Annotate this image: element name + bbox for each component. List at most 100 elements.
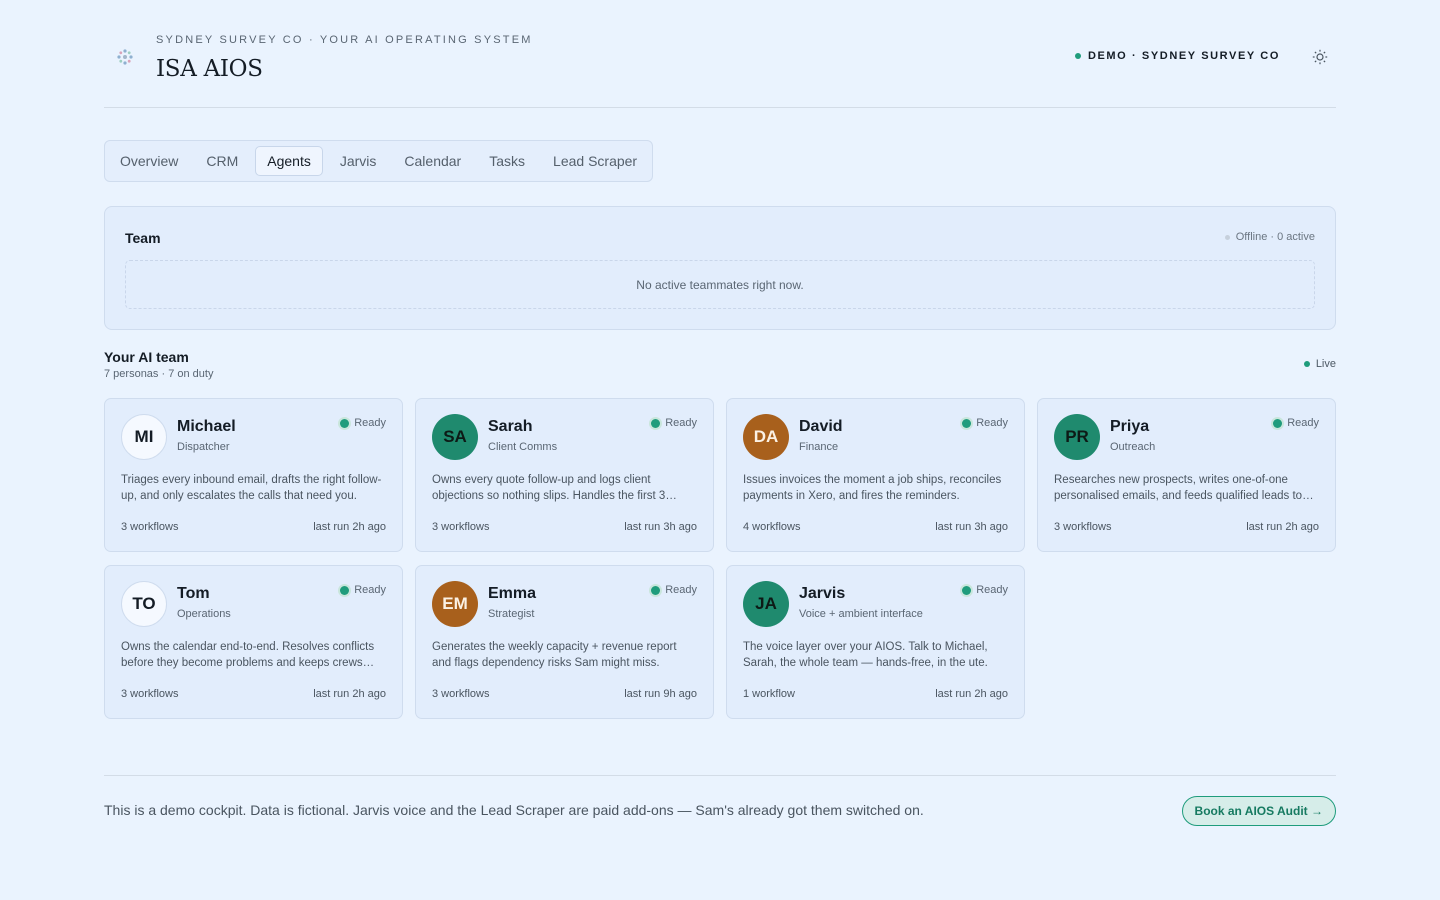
agent-card-sarah[interactable]: SA Sarah Client Comms Ready Owns every quote…	[415, 398, 714, 552]
ready-dot-icon	[651, 418, 661, 428]
ready-dot-icon	[651, 585, 661, 595]
workflow-count: 1 workflow	[743, 688, 795, 700]
team-empty-state: No active teammates right now.	[125, 260, 1315, 309]
offline-dot-icon	[1224, 234, 1230, 240]
status-label: Ready	[1287, 417, 1319, 429]
agent-description: The voice layer over your AIOS. Talk to …	[743, 641, 988, 669]
avatar: PR	[1054, 414, 1100, 460]
workflow-count: 4 workflows	[743, 521, 801, 533]
agent-name: Tom	[177, 585, 210, 602]
footer-note: This is a demo cockpit. Data is fictiona…	[104, 802, 924, 818]
live-dot-icon	[1303, 361, 1310, 367]
theme-toggle-button[interactable]	[1310, 47, 1330, 67]
book-audit-button[interactable]: Book an AIOS Audit →	[1181, 796, 1336, 826]
agent-name: Emma	[488, 585, 537, 602]
tab-agents[interactable]: Agents	[255, 146, 323, 176]
logo-icon	[117, 49, 133, 65]
agent-name: David	[799, 418, 843, 435]
eyebrow: SYDNEY SURVEY CO · YOUR AI OPERATING SYS…	[156, 34, 533, 46]
tab-calendar[interactable]: Calendar	[393, 146, 472, 176]
ai-team-subtitle: 7 personas · 7 on duty	[104, 368, 214, 380]
tab-overview[interactable]: Overview	[109, 146, 189, 176]
tab-tasks[interactable]: Tasks	[478, 146, 536, 176]
workflow-count: 3 workflows	[121, 688, 179, 700]
agent-card-priya[interactable]: PR Priya Outreach Ready Researches new prosp…	[1037, 398, 1336, 552]
agent-name: Priya	[1110, 418, 1150, 435]
status-label: Ready	[665, 417, 697, 429]
status-badge: Ready	[651, 417, 697, 429]
agent-description: Issues invoices the moment a job ships, …	[743, 474, 1002, 502]
status-label: Ready	[354, 584, 386, 596]
status-badge: Ready	[340, 417, 386, 429]
team-title: Team	[125, 230, 161, 246]
avatar: MI	[121, 414, 167, 460]
team-panel: Team Offline · 0 active No active teamma…	[104, 206, 1336, 330]
workflow-count: 3 workflows	[432, 688, 490, 700]
tab-jarvis[interactable]: Jarvis	[329, 146, 388, 176]
agent-role: Strategist	[488, 608, 535, 620]
avatar: TO	[121, 581, 167, 627]
agent-description: Owns every quote follow-up and logs clie…	[432, 474, 666, 502]
live-indicator: Live	[1303, 358, 1336, 370]
status-badge: Ready	[651, 584, 697, 596]
ready-dot-icon	[962, 585, 972, 595]
avatar: EM	[432, 581, 478, 627]
footer-divider	[104, 775, 1336, 776]
tab-lead-scraper[interactable]: Lead Scraper	[542, 146, 648, 176]
status-badge: Ready	[962, 584, 1008, 596]
tab-crm[interactable]: CRM	[195, 146, 249, 176]
avatar: JA	[743, 581, 789, 627]
status-label: Ready	[976, 584, 1008, 596]
last-run: last run 3h ago	[935, 521, 1008, 533]
workflow-count: 3 workflows	[1054, 521, 1112, 533]
status-badge: Ready	[962, 417, 1008, 429]
tab-bar: Overview CRM Agents Jarvis Calendar Tasks Lead…	[104, 140, 654, 182]
agent-card-tom[interactable]: TO Tom Operations Ready Owns the calendar en…	[104, 565, 403, 719]
last-run: last run 2h ago	[313, 688, 386, 700]
last-run: last run 9h ago	[624, 688, 697, 700]
ready-dot-icon	[340, 585, 350, 595]
app-title: ISA AIOS	[156, 56, 263, 82]
agent-role: Dispatcher	[177, 441, 230, 453]
team-status-label: Offline · 0 active	[1235, 231, 1315, 243]
agent-role: Voice + ambient interface	[799, 608, 923, 620]
demo-badge: DEMO · SYDNEY SURVEY CO	[1074, 50, 1280, 62]
agent-card-jarvis[interactable]: JA Jarvis Voice + ambient interface Ready Th…	[726, 565, 1025, 719]
ready-dot-icon	[1273, 418, 1283, 428]
status-label: Ready	[665, 584, 697, 596]
agent-card-michael[interactable]: MI Michael Dispatcher Ready Triages every in…	[104, 398, 403, 552]
workflow-count: 3 workflows	[121, 521, 179, 533]
agent-role: Finance	[799, 441, 839, 453]
last-run: last run 2h ago	[1246, 521, 1319, 533]
agent-role: Outreach	[1110, 441, 1156, 453]
last-run: last run 2h ago	[935, 688, 1008, 700]
sun-icon	[1312, 49, 1328, 65]
agent-description: Generates the weekly capacity + revenue …	[432, 641, 677, 669]
avatar: SA	[432, 414, 478, 460]
demo-badge-label: DEMO · SYDNEY SURVEY CO	[1087, 50, 1280, 62]
agent-description: Researches new prospects, writes one-of-…	[1054, 474, 1303, 502]
status-label: Ready	[354, 417, 386, 429]
agent-card-david[interactable]: DA David Finance Ready Issues invoices the m…	[726, 398, 1025, 552]
status-badge: Ready	[340, 584, 386, 596]
live-label: Live	[1315, 358, 1336, 370]
page: SYDNEY SURVEY CO · YOUR AI OPERATING SYS…	[104, 0, 1336, 826]
agent-role: Client Comms	[488, 441, 558, 453]
agent-name: Sarah	[488, 418, 533, 435]
agent-grid: MI Michael Dispatcher Ready Triages every in…	[104, 398, 1336, 719]
avatar: DA	[743, 414, 789, 460]
agent-description: Triages every inbound email, drafts the …	[121, 474, 382, 502]
header: SYDNEY SURVEY CO · YOUR AI OPERATING SYS…	[104, 0, 1336, 108]
last-run: last run 2h ago	[313, 521, 386, 533]
team-status: Offline · 0 active	[1224, 231, 1315, 243]
ready-dot-icon	[962, 418, 972, 428]
agent-description: Owns the calendar end-to-end. Resolves c…	[121, 641, 375, 669]
workflow-count: 3 workflows	[432, 521, 490, 533]
last-run: last run 3h ago	[624, 521, 697, 533]
status-label: Ready	[976, 417, 1008, 429]
agent-name: Jarvis	[799, 585, 846, 602]
agent-role: Operations	[177, 608, 231, 620]
agent-card-emma[interactable]: EM Emma Strategist Ready Generates the weekl…	[415, 565, 714, 719]
status-dot-icon	[1074, 53, 1081, 59]
agent-name: Michael	[177, 418, 236, 435]
